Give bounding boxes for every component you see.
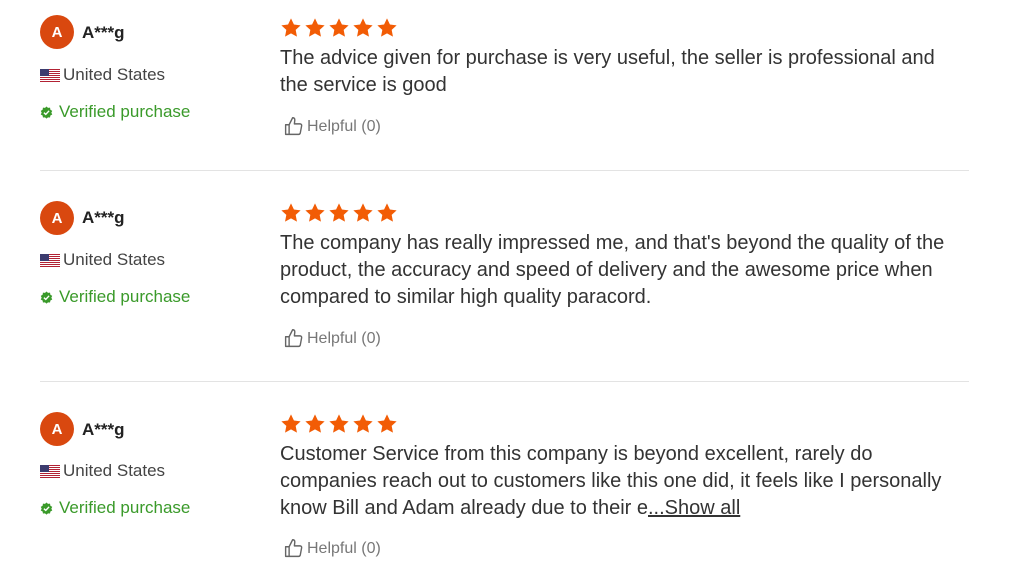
verified-label: Verified purchase xyxy=(59,287,191,306)
country-label: United States xyxy=(63,461,166,480)
star-rating xyxy=(280,413,398,435)
helpful-button[interactable]: Helpful (0) xyxy=(283,116,381,137)
verified-badge: Verified purchase xyxy=(40,498,190,518)
reviewer-country: United States xyxy=(40,461,165,481)
star-rating xyxy=(280,17,398,39)
reviewer-name: A***g xyxy=(82,420,125,439)
avatar: A xyxy=(40,15,74,49)
review-text: The company has really impressed me, and… xyxy=(280,232,945,308)
country-label: United States xyxy=(63,250,166,269)
helpful-label: Helpful (0) xyxy=(307,117,381,135)
reviewer-country: United States xyxy=(40,65,165,85)
country-label: United States xyxy=(63,65,166,84)
star-rating xyxy=(280,202,398,224)
show-all-link[interactable]: ...Show all xyxy=(648,497,740,519)
thumbs-up-icon xyxy=(284,329,303,348)
helpful-label: Helpful (0) xyxy=(307,539,381,557)
star-icon xyxy=(353,18,373,37)
reviewer-name: A***g xyxy=(82,23,125,42)
star-icon xyxy=(281,203,301,222)
us-flag-icon xyxy=(40,464,60,478)
star-icon xyxy=(329,18,349,37)
avatar: A xyxy=(40,201,74,235)
thumbs-up-icon xyxy=(284,539,303,558)
helpful-button[interactable]: Helpful (0) xyxy=(283,538,381,559)
reviewer-name: A***g xyxy=(82,208,125,227)
verified-check-icon xyxy=(40,105,53,119)
star-icon xyxy=(281,18,301,37)
star-icon xyxy=(377,414,397,433)
verified-label: Verified purchase xyxy=(59,498,191,517)
star-icon xyxy=(353,414,373,433)
star-icon xyxy=(305,414,325,433)
reviewer-country: United States xyxy=(40,250,165,270)
verified-check-icon xyxy=(40,290,53,304)
star-icon xyxy=(281,414,301,433)
review-text-body: Customer Service from this company is be… xyxy=(280,443,942,519)
review-text: Customer Service from this company is be… xyxy=(280,441,965,522)
star-icon xyxy=(377,203,397,222)
us-flag-icon xyxy=(40,68,60,82)
helpful-button[interactable]: Helpful (0) xyxy=(283,328,381,349)
review-item: A A***g United States Verified purchase … xyxy=(40,0,969,171)
helpful-label: Helpful (0) xyxy=(307,329,381,347)
us-flag-icon xyxy=(40,253,60,267)
star-icon xyxy=(329,414,349,433)
review-text: The advice given for purchase is very us… xyxy=(280,47,935,96)
star-icon xyxy=(353,203,373,222)
verified-label: Verified purchase xyxy=(59,102,191,121)
star-icon xyxy=(305,203,325,222)
review-item: A A***g United States Verified purchase … xyxy=(40,382,969,576)
verified-check-icon xyxy=(40,501,53,515)
star-icon xyxy=(329,203,349,222)
thumbs-up-icon xyxy=(284,117,303,136)
review-item: A A***g United States Verified purchase … xyxy=(40,171,969,382)
star-icon xyxy=(305,18,325,37)
verified-badge: Verified purchase xyxy=(40,287,190,307)
avatar: A xyxy=(40,412,74,446)
verified-badge: Verified purchase xyxy=(40,102,190,122)
star-icon xyxy=(377,18,397,37)
